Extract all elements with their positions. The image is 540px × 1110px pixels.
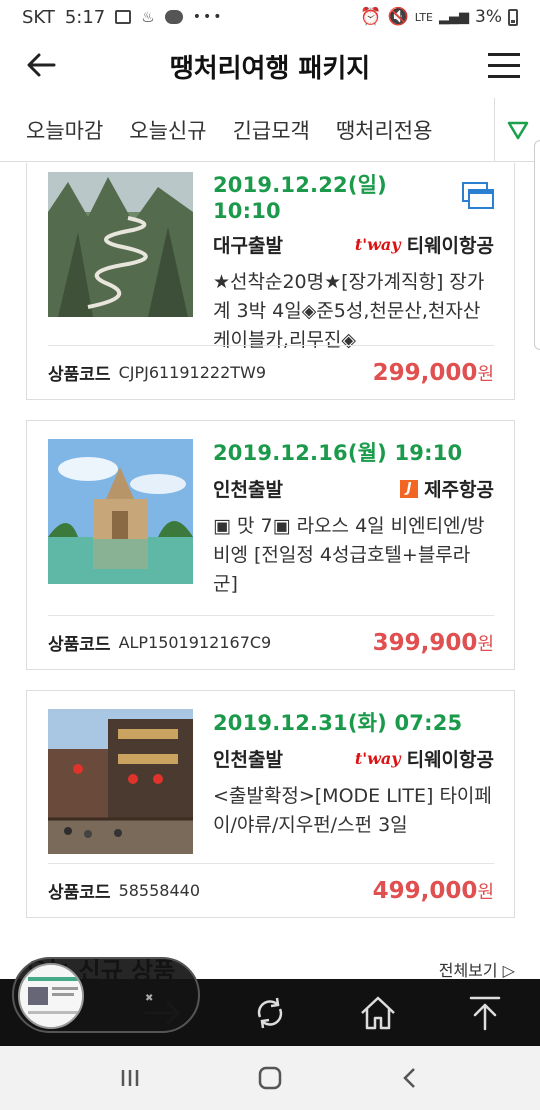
back-nav-button[interactable] [398,1066,422,1090]
currency: 원 [477,633,494,655]
battery-icon [508,8,518,26]
tab-today-new[interactable]: 오늘신규 [116,115,219,145]
network-type: LTE [414,10,434,24]
battery-percent: 3% [475,7,502,27]
airline-name: 제주항공 [424,479,494,501]
system-navigation-bar [0,1046,540,1110]
currency: 원 [477,881,494,903]
product-code-label: 상품코드 [48,883,111,903]
recent-apps-button[interactable] [118,1066,142,1090]
hamburger-icon-bar [488,75,520,78]
app-header: 땡처리여행 패키지 [0,34,540,98]
status-bar: SKT 5:17 ♨ ••• ⏰ 🔇 LTE ▂▄▆ 3% [0,0,540,34]
product-code-label: 상품코드 [48,365,111,385]
product-code: 58558440 [118,881,200,900]
product-code-label: 상품코드 [48,635,111,655]
view-all-link[interactable]: 전체보기 ▷ [439,957,515,980]
price: 399,900원 [373,630,494,656]
bubble-close-icon[interactable]: ✖ [145,993,153,1004]
product-footer: 상품코드 58558440 499,000원 [48,863,494,917]
signal-icon: ▂▄▆ [439,9,470,25]
price-value: 499,000 [372,877,478,904]
product-card[interactable]: 2019.12.22(일) 10:10 대구출발 t'way 티웨이항공 ★선착… [26,163,515,400]
departure-city: 인천출발 [213,479,283,501]
product-card[interactable]: 2019.12.31(화) 07:25 인천출발 t'way 티웨이항공 <출발… [26,690,515,918]
window-icon[interactable] [462,182,494,210]
airline: t'way 티웨이항공 [355,745,494,772]
product-description: ▣ 맛 7▣ 라오스 4일 비엔티엔/방비엥 [전일정 4성급호텔+블루라군] [213,515,485,595]
price: 299,000원 [373,360,494,386]
currency: 원 [477,363,494,385]
carrier-label: SKT [22,6,55,28]
tab-urgent[interactable]: 긴급모객 [220,115,323,145]
product-info: 2019.12.31(화) 07:25 인천출발 t'way 티웨이항공 <출발… [213,707,494,840]
hamburger-icon-bar [488,64,520,67]
home-icon [361,996,395,1030]
page-title: 땡처리여행 패키지 [169,53,371,84]
tway-logo: t'way [354,749,401,768]
back-button[interactable] [22,46,62,86]
jeju-air-logo: J [400,479,419,498]
back-arrow-icon [27,53,56,77]
departure-date: 2019.12.16(월) 19:10 [213,441,463,465]
refresh-icon [257,997,283,1029]
product-code: ALP1501912167C9 [118,633,272,652]
product-footer: 상품코드 CJPJ61191222TW9 299,000원 [48,345,494,399]
product-card[interactable]: 2019.12.16(월) 19:10 인천출발 J 제주항공 ▣ 맛 7▣ 라… [26,420,515,670]
departure-date: 2019.12.31(화) 07:25 [213,711,463,735]
product-info: 2019.12.16(월) 19:10 인천출발 J 제주항공 ▣ 맛 7▣ 라… [213,437,494,599]
home-nav-button[interactable] [257,1065,283,1091]
tway-logo: t'way [354,235,401,254]
bubble-thumbnail [18,963,84,1029]
more-notifications-icon: ••• [192,9,224,25]
departure-city: 인천출발 [213,749,283,771]
product-code: CJPJ61191222TW9 [118,363,267,382]
airline-name: 티웨이항공 [406,235,494,257]
triangle-down-icon [507,121,528,139]
talk-icon [164,10,183,24]
product-image [48,709,193,854]
product-description: ★선착순20명★[장가계직항] 장가계 3박 4일◈준5성,천문산,천자산케이블… [213,271,485,351]
scroll-top-icon [469,996,501,1031]
product-list: 2019.12.22(일) 10:10 대구출발 t'way 티웨이항공 ★선착… [0,163,540,979]
scroll-top-button[interactable] [465,993,505,1033]
refresh-button[interactable] [250,993,290,1033]
floating-app-bubble[interactable]: ✖ [12,957,200,1033]
price-value: 399,900 [372,629,478,656]
departure-date: 2019.12.22(일) 10:10 [213,173,387,223]
home-button[interactable] [358,993,398,1033]
product-footer: 상품코드 ALP1501912167C9 399,900원 [48,615,494,669]
alarm-icon: ⏰ [360,7,382,27]
airline: t'way 티웨이항공 [355,231,494,258]
tab-exclusive[interactable]: 땡처리전용 [323,115,446,145]
product-info: 2019.12.22(일) 10:10 대구출발 t'way 티웨이항공 ★선착… [213,169,494,355]
mute-icon: 🔇 [387,7,409,27]
product-image [48,172,193,317]
airline-name: 티웨이항공 [406,749,494,771]
product-description: <출발확정>[MODE LITE] 타이페이/야류/지우펀/스펀 3일 [213,785,492,836]
category-tabs: 오늘마감 오늘신규 긴급모객 땡처리전용 [0,98,540,162]
edge-panel-handle[interactable] [534,140,540,350]
gallery-icon [115,10,132,24]
price: 499,000원 [373,878,494,904]
menu-button[interactable] [488,48,520,80]
hamburger-icon-bar [488,53,520,56]
tab-today-closing[interactable]: 오늘마감 [0,115,116,145]
clock: 5:17 [64,6,106,28]
departure-city: 대구출발 [213,235,283,257]
notification-icon: ♨ [141,8,155,26]
airline: J 제주항공 [400,475,494,502]
product-image [48,439,193,584]
price-value: 299,000 [372,359,478,386]
